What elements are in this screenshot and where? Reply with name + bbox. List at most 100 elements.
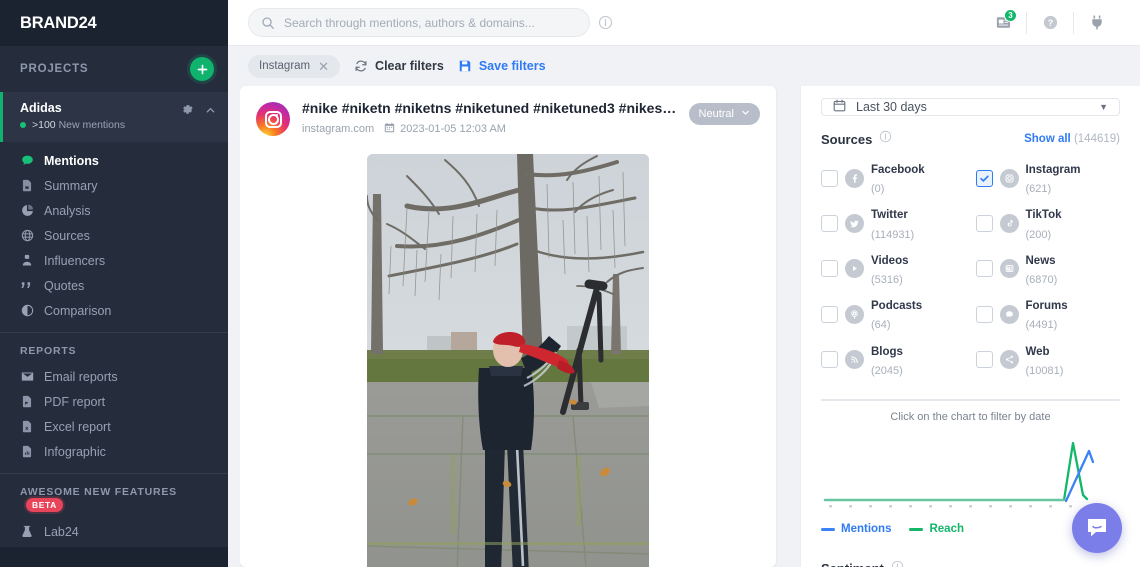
comment-icon [20, 154, 34, 168]
envelope-icon [20, 370, 34, 384]
source-item-web[interactable]: Web (10081) [975, 341, 1121, 379]
source-item-tiktok[interactable]: TikTok (200) [975, 204, 1121, 242]
sentiment-title: Sentiment [821, 561, 884, 567]
intercom-chat-button[interactable] [1072, 503, 1122, 553]
sidebar-item-label: Comparison [44, 303, 112, 318]
sidebar-item-summary[interactable]: Summary [0, 173, 228, 198]
news-button[interactable]: 3 [980, 0, 1026, 46]
mention-card[interactable]: #nike #niketn #niketns #niketuned #niket… [240, 86, 776, 567]
source-checkbox[interactable] [975, 351, 993, 369]
sidebar-item-analysis[interactable]: Analysis [0, 198, 228, 223]
right-panel: Last 30 days ▼ Sources Show all (144619) [800, 86, 1140, 567]
sources-info-icon[interactable] [879, 130, 892, 148]
source-checkbox[interactable] [821, 169, 838, 187]
chart-svg [823, 441, 1095, 508]
news-badge: 3 [1004, 8, 1017, 22]
sidebar-item-sources[interactable]: Sources [0, 223, 228, 248]
instagram-icon [256, 102, 290, 136]
show-all-sources-link[interactable]: Show all (144619) [1024, 133, 1120, 145]
sidebar-item-infographic[interactable]: Infographic [0, 439, 228, 464]
source-checkbox[interactable] [975, 260, 993, 278]
source-count: (0) [871, 183, 885, 196]
filter-chip-instagram[interactable]: Instagram ✕ [248, 54, 341, 78]
calendar-icon [384, 122, 395, 136]
excel-file-icon [20, 420, 34, 434]
person-icon [20, 254, 34, 268]
document-icon [20, 179, 34, 193]
tab-sentiment[interactable]: Sentiment [971, 400, 1120, 401]
sidebar-item-label: Email reports [44, 369, 118, 384]
search-icon [261, 16, 275, 30]
source-label: TikTok (200) [1026, 204, 1062, 242]
search-input[interactable] [284, 15, 577, 30]
source-item-podcasts[interactable]: Podcasts (64) [821, 295, 966, 333]
date-range-select[interactable]: Last 30 days ▼ [821, 98, 1120, 116]
tab-mentions-reach[interactable]: Mentions & Reach [822, 400, 971, 401]
source-name: Facebook [871, 164, 925, 176]
mention-image[interactable] [367, 154, 649, 567]
sidebar-item-influencers[interactable]: Influencers [0, 248, 228, 273]
brand-logo: BRAND24 [20, 13, 97, 32]
project-item-adidas[interactable]: Adidas >100 New mentions [0, 92, 228, 142]
source-item-forums[interactable]: Forums (4491) [975, 295, 1121, 333]
sidebar-bottom-strip [0, 547, 228, 567]
plus-icon [197, 64, 207, 74]
content-row: #nike #niketn #niketns #niketuned #niket… [228, 86, 1140, 567]
sentiment-section-header: Sentiment [821, 560, 1120, 567]
sidebar-item-label: Summary [44, 178, 98, 193]
rss-icon [845, 350, 864, 370]
instagram-icon [999, 168, 1019, 188]
source-checkbox[interactable] [975, 215, 993, 233]
sidebar-item-email-reports[interactable]: Email reports [0, 364, 228, 389]
source-item-news[interactable]: News (6870) [975, 250, 1121, 288]
source-label: Facebook (0) [871, 159, 925, 197]
source-checkbox[interactable] [821, 305, 838, 323]
filter-bar: Instagram ✕ Clear filters Save filters [228, 46, 1140, 86]
chip-label: Instagram [259, 60, 311, 72]
mentions-reach-chart[interactable] [821, 429, 1120, 521]
sidebar-item-pdf-report[interactable]: PDF report [0, 389, 228, 414]
source-checkbox[interactable] [975, 305, 993, 323]
source-item-twitter[interactable]: Twitter (114931) [821, 204, 966, 242]
features-label: AWESOME NEW FEATURES BETA [0, 474, 228, 519]
chevron-up-icon[interactable] [205, 103, 216, 121]
sidebar-item-comparison[interactable]: Comparison [0, 298, 228, 323]
source-item-facebook[interactable]: Facebook (0) [821, 159, 966, 197]
clear-filters-button[interactable]: Clear filters [354, 59, 444, 73]
sidebar-item-quotes[interactable]: Quotes [0, 273, 228, 298]
save-filters-button[interactable]: Save filters [458, 59, 546, 73]
globe-icon [20, 229, 34, 243]
close-icon[interactable]: ✕ [318, 60, 329, 73]
legend-mentions[interactable]: Mentions [821, 523, 891, 535]
add-project-button[interactable] [190, 57, 214, 81]
source-label: Forums (4491) [1026, 295, 1068, 333]
source-checkbox[interactable] [821, 351, 838, 369]
sidebar-item-mentions[interactable]: Mentions [0, 148, 228, 173]
sentiment-info-icon[interactable] [891, 560, 904, 567]
source-item-instagram[interactable]: Instagram (621) [975, 159, 1121, 197]
reports-nav: Email reports PDF report Excel report In… [0, 364, 228, 464]
integrations-button[interactable] [1074, 0, 1120, 46]
sidebar-item-excel-report[interactable]: Excel report [0, 414, 228, 439]
source-label: Podcasts (64) [871, 295, 922, 333]
chat-bubble-icon [1088, 519, 1106, 537]
source-item-blogs[interactable]: Blogs (2045) [821, 341, 966, 379]
help-button[interactable]: ? [1027, 0, 1073, 46]
sentiment-dropdown[interactable]: Neutral [688, 103, 760, 125]
source-checkbox[interactable] [975, 169, 993, 187]
sidebar-item-lab24[interactable]: Lab24 [0, 519, 228, 544]
legend-reach[interactable]: Reach [909, 523, 964, 535]
search-box[interactable] [248, 8, 590, 37]
source-checkbox[interactable] [821, 260, 838, 278]
search-info-icon[interactable] [598, 15, 613, 30]
gear-icon[interactable] [181, 103, 194, 121]
play-icon [845, 259, 864, 279]
sidebar-item-label: Infographic [44, 444, 106, 459]
mention-domain[interactable]: instagram.com [302, 123, 374, 135]
projects-label: PROJECTS [20, 63, 89, 75]
save-disk-icon [458, 59, 472, 73]
save-filters-label: Save filters [478, 59, 546, 73]
source-item-videos[interactable]: Videos (5316) [821, 250, 966, 288]
mention-title[interactable]: #nike #niketn #niketns #niketuned #niket… [302, 100, 677, 116]
source-checkbox[interactable] [821, 215, 838, 233]
